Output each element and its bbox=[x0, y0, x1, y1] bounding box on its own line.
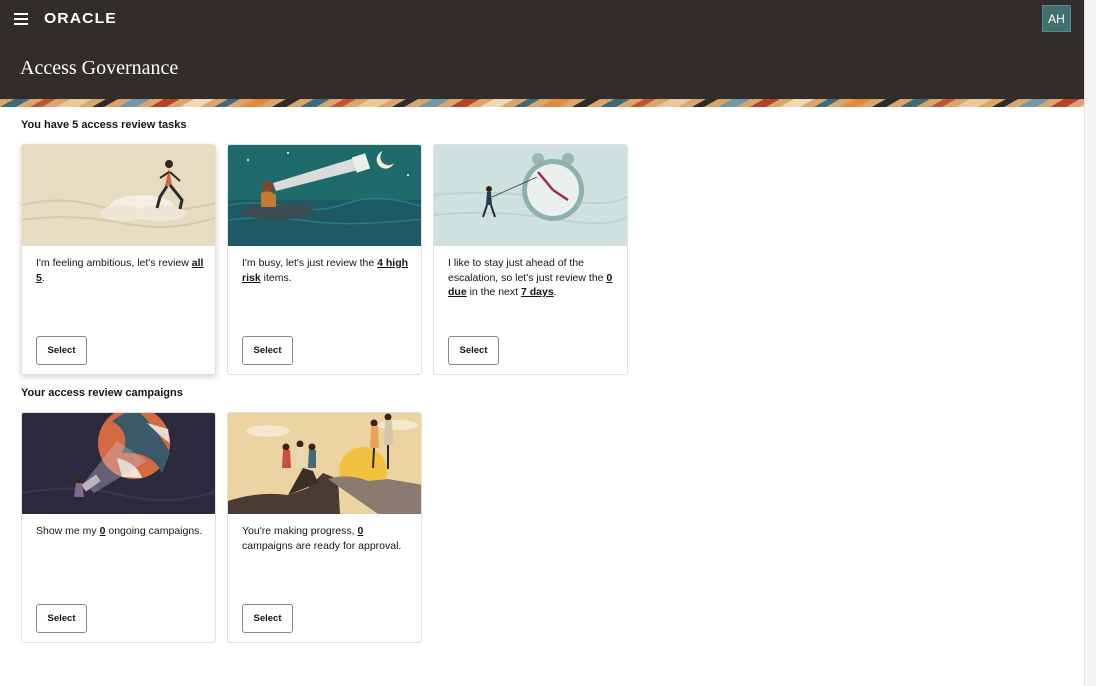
task-card-high-risk[interactable]: I'm busy, let's just review the 4 high r… bbox=[227, 144, 422, 375]
window-scrollbar[interactable] bbox=[1084, 0, 1096, 686]
flashlight-planet-illustration bbox=[22, 413, 215, 514]
days-window-link[interactable]: 7 days bbox=[521, 286, 554, 298]
campaigns-heading: Your access review campaigns bbox=[21, 387, 183, 399]
hamburger-menu-icon[interactable] bbox=[14, 13, 28, 25]
user-avatar[interactable]: AH bbox=[1042, 5, 1071, 32]
decorative-pattern-banner bbox=[0, 99, 1085, 107]
clock-pull-illustration bbox=[434, 145, 627, 246]
tasks-heading: You have 5 access review tasks bbox=[21, 119, 187, 131]
task-card-review-all[interactable]: I'm feeling ambitious, let's review all … bbox=[21, 144, 216, 375]
task-card-text: I'm busy, let's just review the 4 high r… bbox=[242, 257, 409, 284]
select-button[interactable]: Select bbox=[242, 336, 293, 365]
campaign-card-approval[interactable]: You're making progress, 0 campaigns are … bbox=[227, 412, 422, 643]
task-card-due-soon[interactable]: I like to stay just ahead of the escalat… bbox=[433, 144, 628, 375]
task-card-text: I'm feeling ambitious, let's review all … bbox=[36, 257, 204, 284]
woman-climbing-cloud-illustration bbox=[22, 145, 215, 246]
select-button[interactable]: Select bbox=[36, 336, 87, 365]
select-button[interactable]: Select bbox=[448, 336, 499, 365]
task-card-text: I like to stay just ahead of the escalat… bbox=[448, 257, 613, 298]
select-button[interactable]: Select bbox=[36, 604, 87, 633]
page-title: Access Governance bbox=[20, 57, 179, 79]
select-button[interactable]: Select bbox=[242, 604, 293, 633]
app-header: ORACLE AH Access Governance bbox=[0, 0, 1085, 107]
campaign-card-ongoing[interactable]: Show me my 0 ongoing campaigns. Select bbox=[21, 412, 216, 643]
campaign-card-text: Show me my 0 ongoing campaigns. bbox=[36, 525, 203, 537]
page: ORACLE AH Access Governance You have 5 a… bbox=[0, 0, 1096, 686]
oracle-logo[interactable]: ORACLE bbox=[44, 10, 117, 27]
telescope-boat-illustration bbox=[228, 145, 421, 246]
approval-campaigns-link[interactable]: 0 bbox=[357, 525, 363, 537]
cliff-helping-hand-illustration bbox=[228, 413, 421, 514]
campaign-card-text: You're making progress, 0 campaigns are … bbox=[242, 525, 402, 552]
